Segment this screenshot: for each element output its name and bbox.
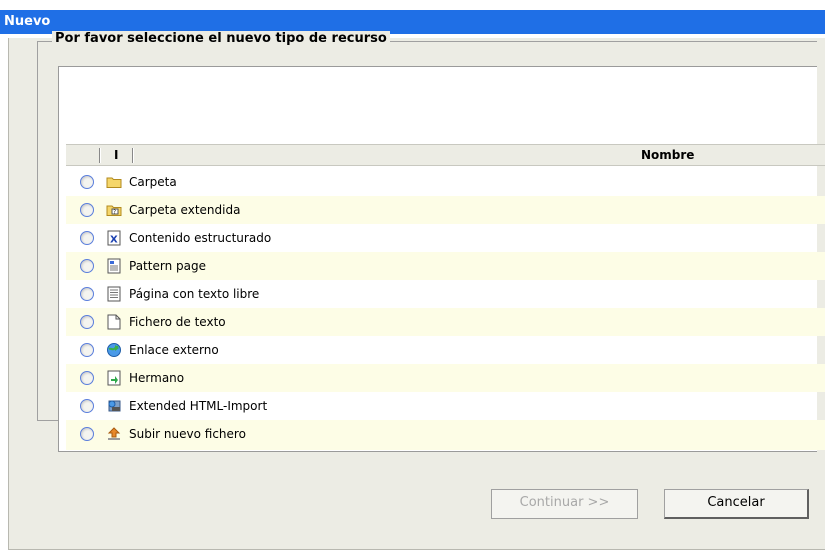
row-label: Hermano [129,371,185,385]
svg-text:?: ? [113,210,116,216]
row-radio[interactable] [80,343,94,357]
row-radio[interactable] [80,427,94,441]
row-radio[interactable] [80,399,94,413]
free-text-page-icon [106,286,122,302]
header-icon-column[interactable]: I [114,148,118,162]
row-label: Carpeta [129,175,177,189]
row-label: Página con texto libre [129,287,260,301]
table-row[interactable]: Extended HTML-Import [66,392,825,420]
row-radio[interactable] [80,203,94,217]
table-row[interactable]: Enlace externo [66,336,825,364]
window-title: Nuevo [4,14,51,29]
row-label: Carpeta extendida [129,203,241,217]
row-radio[interactable] [80,231,94,245]
row-radio[interactable] [80,315,94,329]
external-link-icon [106,342,122,358]
row-label: Fichero de texto [129,315,226,329]
pattern-page-icon [106,258,122,274]
table-row[interactable]: Pattern page [66,252,825,280]
row-radio[interactable] [80,371,94,385]
table-row[interactable]: Carpeta [66,168,825,196]
table-header: I Nombre [66,144,825,166]
table-row[interactable]: Fichero de texto [66,308,825,336]
row-label: Enlace externo [129,343,219,357]
row-label: Pattern page [129,259,206,273]
text-file-icon [106,314,122,330]
row-radio[interactable] [80,287,94,301]
fieldset-legend: Por favor seleccione el nuevo tipo de re… [52,31,390,46]
table-row[interactable]: X Contenido estructurado [66,224,825,252]
row-label: Contenido estructurado [129,231,272,245]
table-row[interactable]: Página con texto libre [66,280,825,308]
extended-folder-icon: ? [106,202,122,218]
sibling-icon [106,370,122,386]
header-name-column[interactable]: Nombre [641,148,694,162]
structured-content-icon: X [106,230,122,246]
continue-button[interactable]: Continuar >> [491,489,638,519]
cancel-button[interactable]: Cancelar [664,489,809,519]
folder-icon [106,174,122,190]
upload-icon [106,426,122,442]
row-label: Extended HTML-Import [129,399,268,413]
row-label: Subir nuevo fichero [129,427,246,441]
table-row[interactable]: Subir nuevo fichero [66,420,825,450]
svg-text:X: X [110,235,118,246]
html-import-icon [106,398,122,414]
row-radio[interactable] [80,259,94,273]
table-row[interactable]: Hermano [66,364,825,392]
table-row[interactable]: ? Carpeta extendida [66,196,825,224]
row-radio[interactable] [80,175,94,189]
